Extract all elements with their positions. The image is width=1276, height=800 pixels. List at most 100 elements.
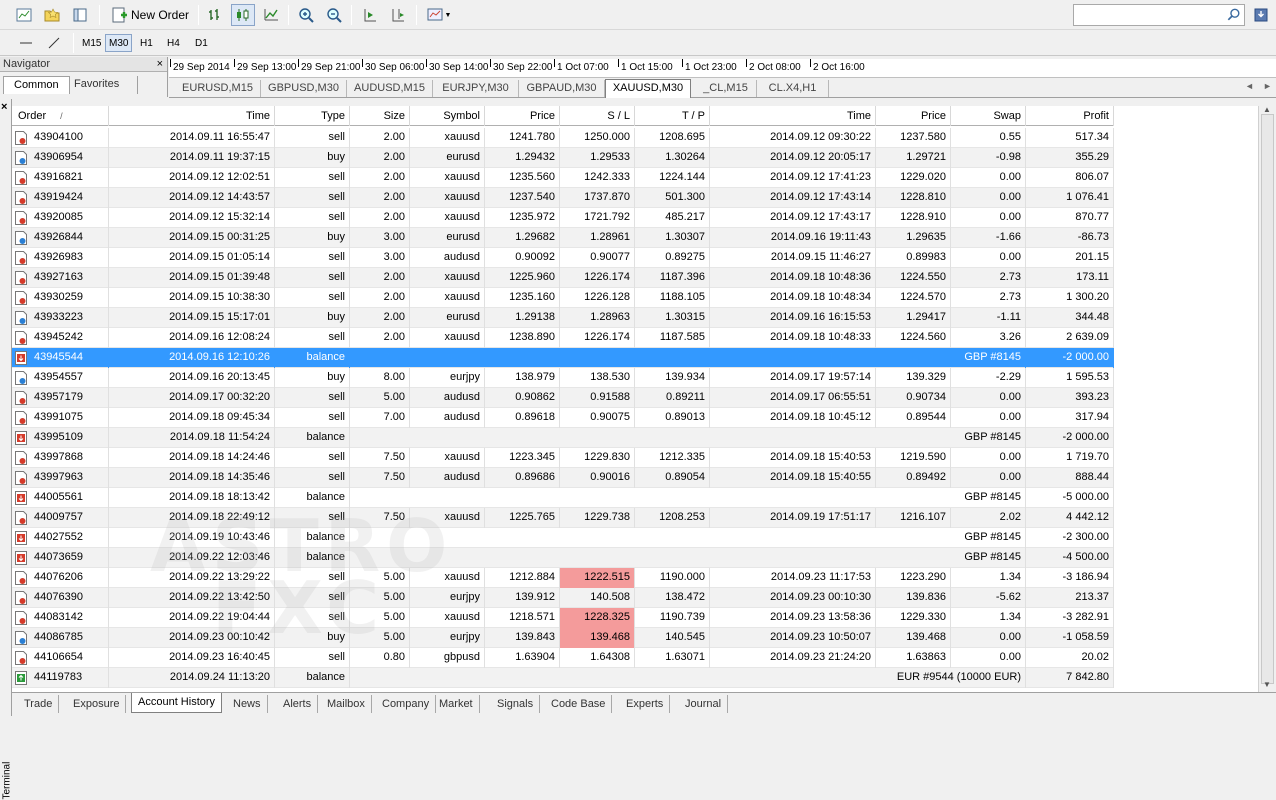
table-row[interactable]: 44106654 2014.09.23 16:40:45 sell 0.80 gbpus…: [12, 648, 1114, 668]
chart-tab[interactable]: XAUUSD,M30: [605, 79, 691, 98]
terminal-tab[interactable]: Trade: [18, 695, 60, 713]
table-row[interactable]: 44009757 2014.09.18 22:49:12 sell 7.50 xauus…: [12, 508, 1114, 528]
column-header-time[interactable]: Time: [109, 106, 275, 126]
candlestick-chart-icon[interactable]: [231, 4, 255, 26]
horizontal-line-icon[interactable]: [14, 32, 38, 54]
chart-tab[interactable]: EURJPY,M30: [433, 80, 519, 97]
chart-tab[interactable]: GBPAUD,M30: [519, 80, 605, 97]
column-header-type[interactable]: Type: [275, 106, 350, 126]
timeframe-m15-button[interactable]: M15: [79, 34, 104, 52]
table-row[interactable]: 44119783 2014.09.24 11:13:20 balance EUR #9…: [12, 668, 1114, 688]
chart-tab[interactable]: _CL,M15: [695, 80, 757, 97]
column-header-close-price[interactable]: Price: [876, 106, 951, 126]
column-header-profit[interactable]: Profit: [1026, 106, 1114, 126]
scroll-down-icon[interactable]: ▼: [1263, 680, 1271, 689]
zoom-out-icon[interactable]: [322, 4, 346, 26]
line-chart-icon[interactable]: [259, 4, 283, 26]
new-order-button[interactable]: New Order: [108, 4, 192, 26]
table-row[interactable]: 44076390 2014.09.22 13:42:50 sell 5.00 eurjp…: [12, 588, 1114, 608]
column-header-close-time[interactable]: Time: [710, 106, 876, 126]
table-row[interactable]: 44083142 2014.09.22 19:04:44 sell 5.00 xauus…: [12, 608, 1114, 628]
column-header-symbol[interactable]: Symbol: [410, 106, 485, 126]
chevron-left-icon[interactable]: ◄: [1245, 81, 1254, 91]
chart-tab[interactable]: CL.X4,H1: [757, 80, 829, 97]
inbox-icon[interactable]: [1249, 4, 1273, 26]
terminal-tab[interactable]: Alerts: [277, 695, 319, 713]
table-row[interactable]: 44005561 2014.09.18 18:13:42 balance GBP #8…: [12, 488, 1114, 508]
terminal-tab[interactable]: Account History: [131, 693, 223, 713]
table-row[interactable]: 43954557 2014.09.16 20:13:45 buy 8.00 eurjpy…: [12, 368, 1114, 388]
column-header-price[interactable]: Price: [485, 106, 560, 126]
chart-shift-icon[interactable]: [386, 4, 410, 26]
navigator-tab-common[interactable]: Common: [3, 76, 70, 94]
table-row[interactable]: 43920085 2014.09.12 15:32:14 sell 2.00 xauus…: [12, 208, 1114, 228]
terminal-tab[interactable]: Code Base: [545, 695, 613, 713]
chart-tab[interactable]: EURUSD,M15: [175, 80, 261, 97]
terminal-tab[interactable]: Market: [433, 695, 480, 713]
table-row[interactable]: 43919424 2014.09.12 14:43:57 sell 2.00 xauus…: [12, 188, 1114, 208]
terminal-tab[interactable]: Journal: [679, 695, 729, 713]
table-row[interactable]: 44073659 2014.09.22 12:03:46 balance GBP #8…: [12, 548, 1114, 568]
auto-scroll-icon[interactable]: [358, 4, 382, 26]
navigator-tab-favorites[interactable]: Favorites: [64, 76, 138, 94]
column-header-swap[interactable]: Swap: [951, 106, 1026, 126]
table-row[interactable]: 43997868 2014.09.18 14:24:46 sell 7.50 xauus…: [12, 448, 1114, 468]
terminal-tab[interactable]: Mailbox: [321, 695, 372, 713]
table-row[interactable]: 43906954 2014.09.11 19:37:15 buy 2.00 eurusd…: [12, 148, 1114, 168]
column-header-take-profit[interactable]: T / P: [635, 106, 710, 126]
timeframe-d1-button[interactable]: D1: [192, 34, 211, 52]
cell-close-price: 1.63863: [876, 648, 951, 668]
table-row[interactable]: 43927163 2014.09.15 01:39:48 sell 2.00 xauus…: [12, 268, 1114, 288]
timeframe-m30-button[interactable]: M30: [105, 34, 133, 52]
close-icon[interactable]: ×: [157, 57, 163, 71]
cell-size: 7.00: [350, 408, 410, 428]
terminal-tab[interactable]: Exposure: [67, 695, 127, 713]
cell-order: 43954557: [12, 368, 109, 388]
table-row[interactable]: 43995109 2014.09.18 11:54:24 balance GBP #8…: [12, 428, 1114, 448]
table-row[interactable]: 43957179 2014.09.17 00:32:20 sell 5.00 audus…: [12, 388, 1114, 408]
table-row[interactable]: 43945544 2014.09.16 12:10:26 balance GBP #8…: [12, 348, 1114, 368]
market-watch-icon[interactable]: [68, 4, 92, 26]
table-row[interactable]: 43904100 2014.09.11 16:55:47 sell 2.00 xauus…: [12, 128, 1114, 148]
terminal-tab[interactable]: News: [227, 695, 268, 713]
new-chart-icon[interactable]: [12, 4, 36, 26]
table-row[interactable]: 44076206 2014.09.22 13:29:22 sell 5.00 xauus…: [12, 568, 1114, 588]
timeframe-h4-button[interactable]: H4: [164, 34, 183, 52]
terminal-tab[interactable]: Signals: [491, 695, 541, 713]
vertical-scrollbar[interactable]: ▲ ▼: [1258, 105, 1276, 692]
table-row[interactable]: 43930259 2014.09.15 10:38:30 sell 2.00 xauus…: [12, 288, 1114, 308]
table-row[interactable]: 43933223 2014.09.15 15:17:01 buy 2.00 eurusd…: [12, 308, 1114, 328]
scrollbar-thumb[interactable]: [1261, 114, 1274, 684]
column-header-stop-loss[interactable]: S / L: [560, 106, 635, 126]
cell-time: 2014.09.18 22:49:12: [109, 508, 275, 528]
table-row[interactable]: 43997963 2014.09.18 14:35:46 sell 7.50 audus…: [12, 468, 1114, 488]
time-axis-tick: 1 Oct 15:00: [618, 59, 673, 73]
close-icon[interactable]: ×: [1, 101, 7, 113]
search-icon[interactable]: [1227, 8, 1241, 22]
table-row[interactable]: 44086785 2014.09.23 00:10:42 buy 5.00 eurjpy…: [12, 628, 1114, 648]
column-header-size[interactable]: Size: [350, 106, 410, 126]
scroll-up-icon[interactable]: ▲: [1263, 105, 1271, 114]
table-row[interactable]: 43991075 2014.09.18 09:45:34 sell 7.00 audus…: [12, 408, 1114, 428]
table-row[interactable]: 43945242 2014.09.16 12:08:24 sell 2.00 xauus…: [12, 328, 1114, 348]
table-row[interactable]: 43926844 2014.09.15 00:31:25 buy 3.00 eurusd…: [12, 228, 1114, 248]
cell-profit: -3 186.94: [1026, 568, 1114, 588]
chart-tab[interactable]: AUDUSD,M15: [347, 80, 433, 97]
table-row[interactable]: 43916821 2014.09.12 12:02:51 sell 2.00 xauus…: [12, 168, 1114, 188]
chart-tab[interactable]: GBPUSD,M30: [261, 80, 347, 97]
profiles-icon[interactable]: [40, 4, 64, 26]
cell-type: sell: [275, 508, 350, 528]
terminal-tab[interactable]: Experts: [620, 695, 671, 713]
table-row[interactable]: 44027552 2014.09.19 10:43:46 balance GBP #8…: [12, 528, 1114, 548]
zoom-in-icon[interactable]: [294, 4, 318, 26]
trendline-icon[interactable]: [42, 32, 66, 54]
column-header-order[interactable]: Order /: [12, 106, 109, 126]
indicators-dropdown[interactable]: ▼: [422, 4, 456, 26]
table-row[interactable]: 43926983 2014.09.15 01:05:14 sell 3.00 audus…: [12, 248, 1114, 268]
bar-chart-icon[interactable]: [203, 4, 227, 26]
timeframe-h1-button[interactable]: H1: [137, 34, 156, 52]
search-input[interactable]: [1073, 4, 1245, 26]
terminal-tabs: Trade Exposure Account History News Alerts Ma…: [12, 692, 1276, 716]
chevron-right-icon[interactable]: ►: [1263, 81, 1272, 91]
terminal-tab[interactable]: Company: [376, 695, 437, 713]
